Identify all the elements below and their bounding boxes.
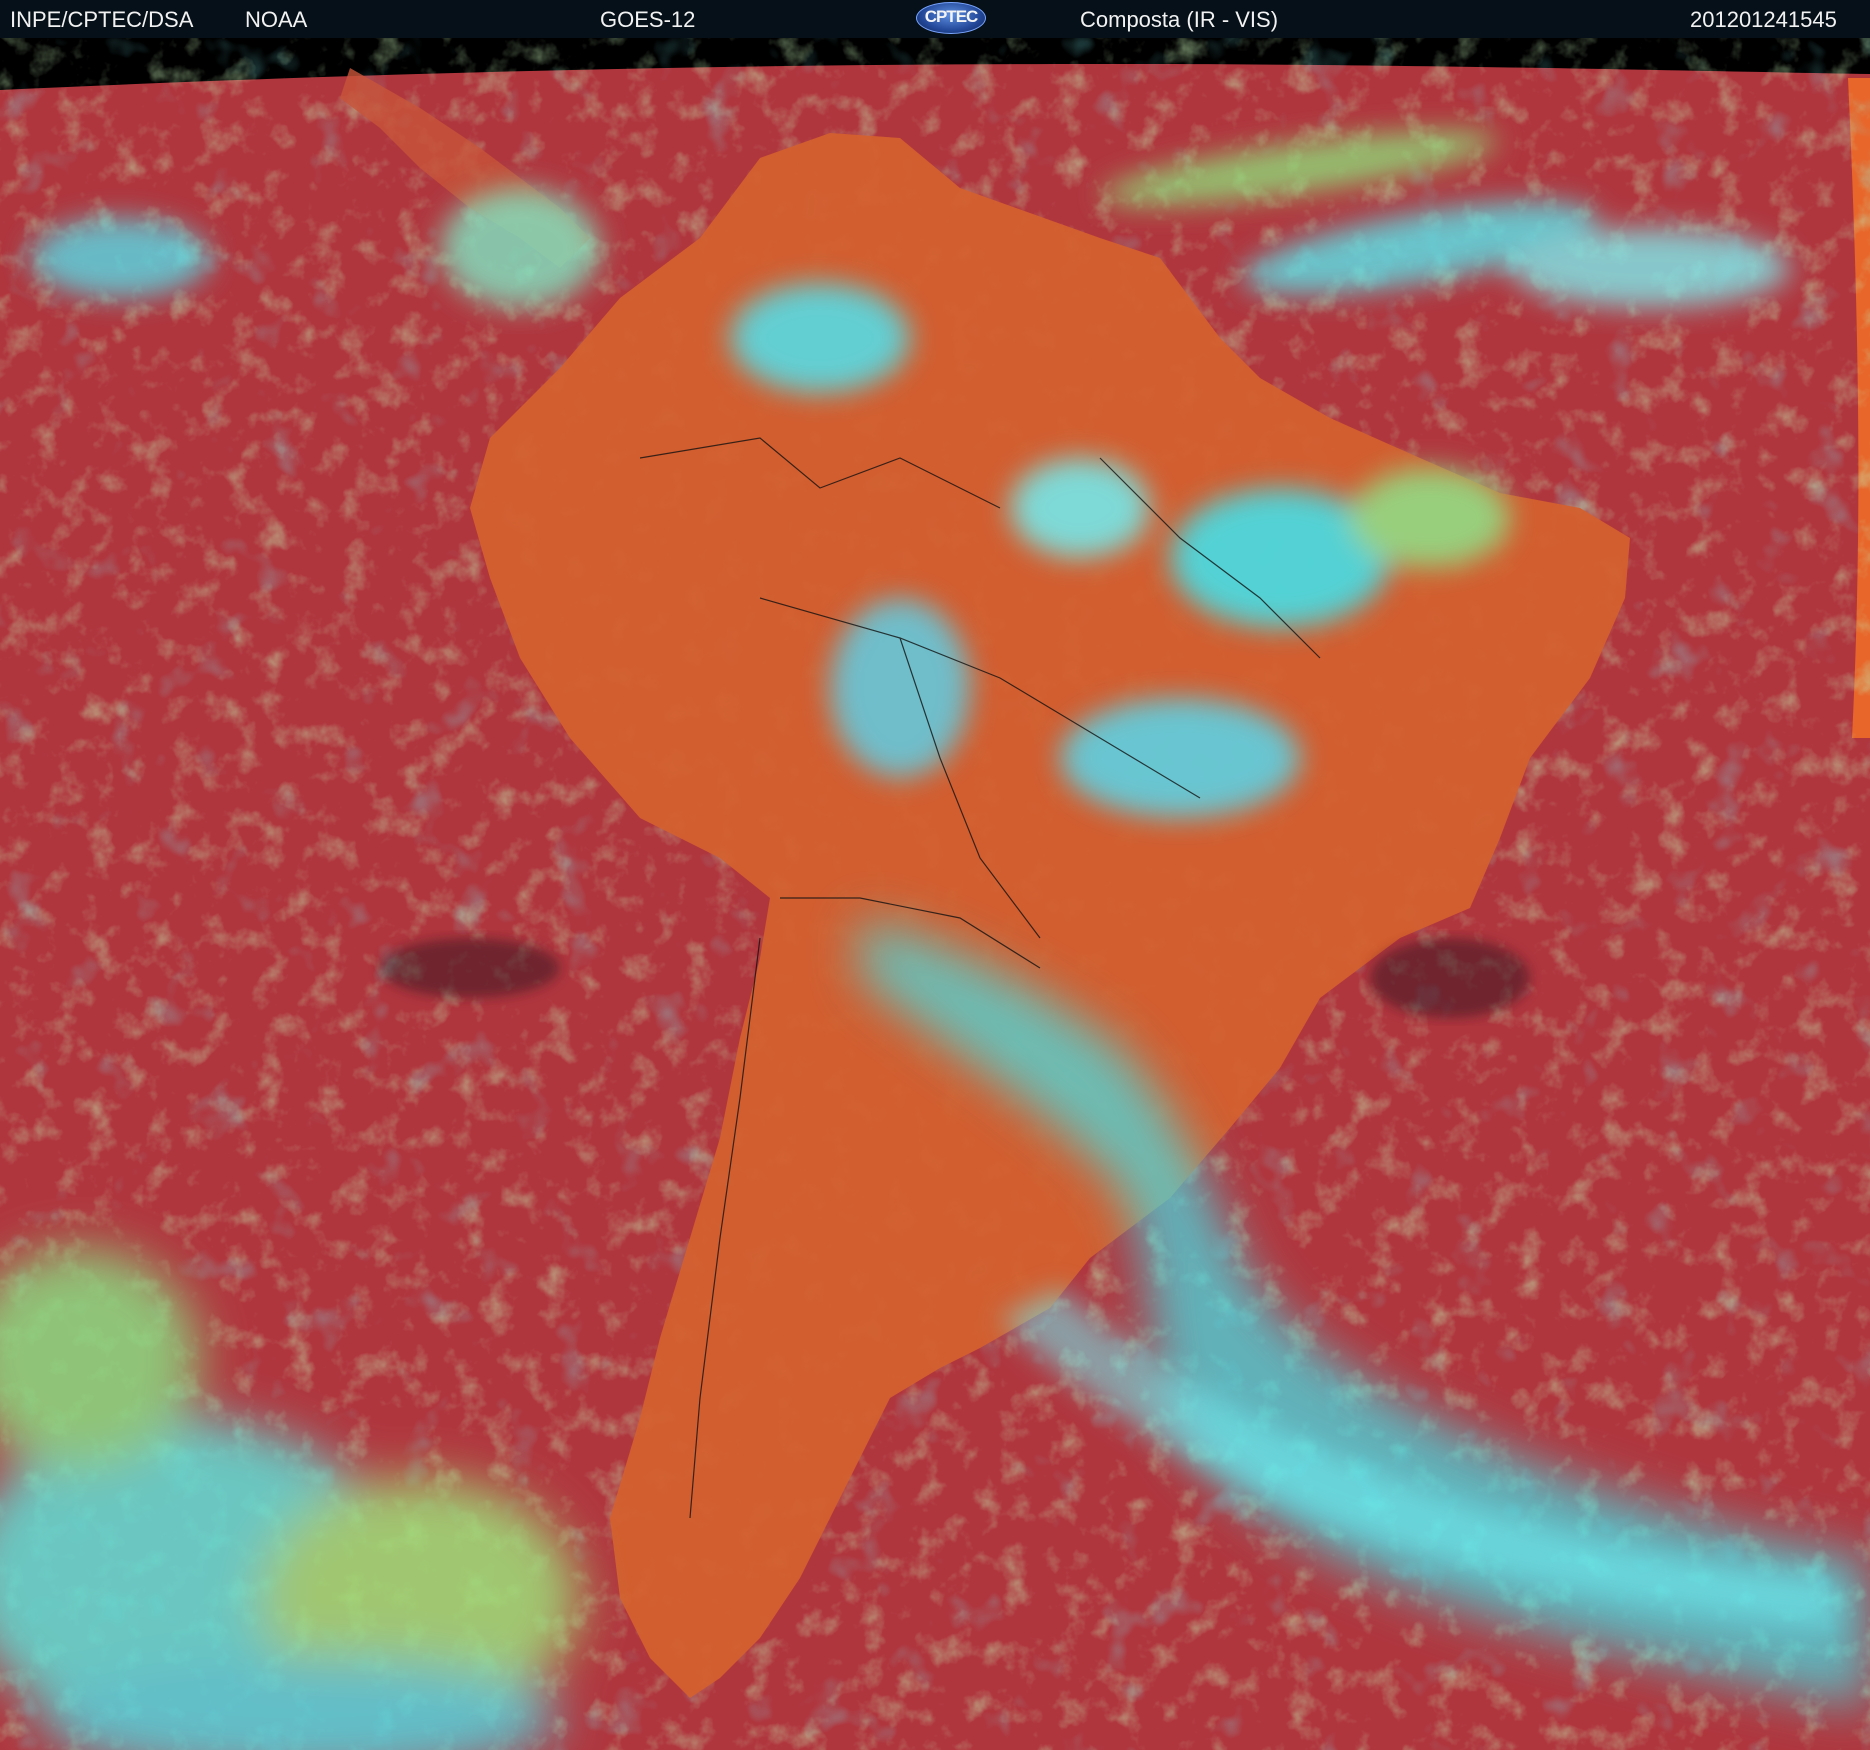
cloud-amazon-1 [730, 283, 910, 393]
product-label: Composta (IR - VIS) [1080, 7, 1279, 32]
dark-area-atlantic [1370, 938, 1530, 1018]
satellite-label: GOES-12 [600, 7, 696, 32]
dark-area-pacific [380, 938, 560, 998]
header-bar: INPE/CPTEC/DSA NOAA GOES-12 CPTEC Compos… [0, 0, 1870, 38]
agency-label: NOAA [245, 7, 308, 32]
cptec-logo: CPTEC [916, 2, 986, 34]
cloud-amazon-2 [1010, 458, 1150, 558]
logo-text: CPTEC [924, 7, 979, 26]
source-label: INPE/CPTEC/DSA [10, 7, 194, 32]
atlantic-streak-2 [1510, 228, 1790, 308]
pacific-cloud-2 [440, 188, 600, 308]
timestamp-label: 201201241545 [1690, 7, 1837, 32]
cloud-ne-brazil [1350, 468, 1510, 568]
satellite-image [0, 38, 1870, 1750]
pacific-cloud-1 [30, 218, 210, 298]
cloud-brazil-2 [1060, 698, 1300, 818]
cloud-bolivia [830, 598, 970, 778]
